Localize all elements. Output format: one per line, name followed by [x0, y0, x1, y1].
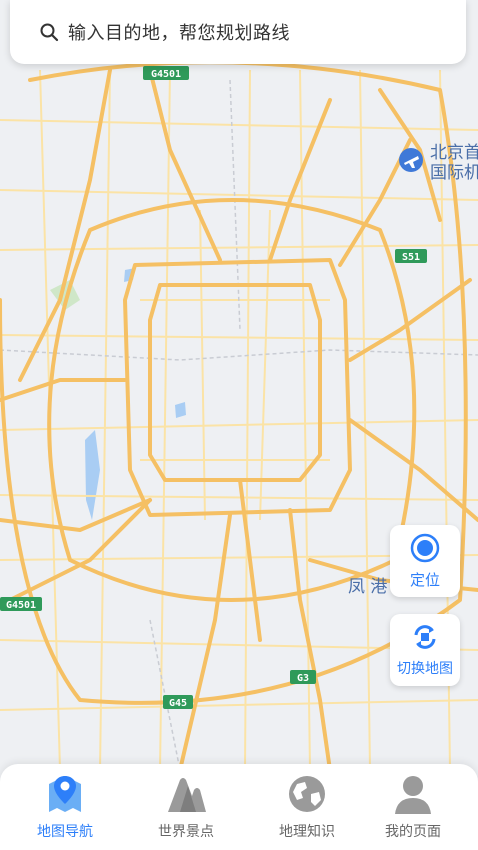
switch-map-label: 切换地图 — [397, 661, 453, 677]
mountain-icon — [168, 778, 206, 812]
tab-label: 地图导航 — [37, 824, 93, 840]
svg-text:G4501: G4501 — [6, 600, 36, 611]
tab-map-navigation[interactable]: 地图导航 — [5, 764, 125, 850]
globe-icon — [289, 776, 325, 812]
search-bar[interactable]: 输入目的地，帮您规划路线 — [10, 0, 466, 64]
highway-shield-g3: G3 — [290, 670, 316, 684]
switch-map-button[interactable]: 切换地图 — [390, 614, 460, 686]
search-icon — [39, 22, 59, 46]
tab-label: 世界景点 — [158, 824, 214, 840]
locate-button[interactable]: 定位 — [390, 525, 460, 597]
map-pin-icon — [49, 776, 81, 812]
airport-label-line2: 国际机 — [430, 163, 478, 183]
svg-text:G4501: G4501 — [151, 69, 181, 80]
highway-shield-s51: S51 — [395, 249, 427, 263]
bottom-tab-bar: 地图导航 世界景点 地理知识 我的页面 — [0, 764, 478, 850]
locate-icon — [410, 533, 440, 567]
airport-icon — [399, 148, 423, 172]
svg-text:S51: S51 — [402, 252, 420, 263]
tab-world-attractions[interactable]: 世界景点 — [126, 764, 246, 850]
fenggang-label: 凤 港 — [348, 577, 387, 597]
user-icon — [395, 776, 431, 814]
locate-label: 定位 — [409, 571, 440, 589]
tab-label: 我的页面 — [385, 824, 441, 840]
highway-shield-g45: G45 — [163, 695, 193, 709]
highway-shield-g4501-top: G4501 — [143, 66, 189, 80]
tab-my-page[interactable]: 我的页面 — [353, 764, 473, 850]
highway-shield-g4501-left: G4501 — [0, 597, 42, 611]
tab-label: 地理知识 — [279, 824, 335, 840]
svg-text:G3: G3 — [297, 673, 309, 684]
switch-map-icon — [410, 622, 440, 656]
search-input[interactable]: 输入目的地，帮您规划路线 — [68, 19, 290, 45]
tab-geography-knowledge[interactable]: 地理知识 — [247, 764, 367, 850]
airport-label-line1: 北京首 — [430, 143, 478, 163]
svg-text:G45: G45 — [169, 698, 187, 709]
